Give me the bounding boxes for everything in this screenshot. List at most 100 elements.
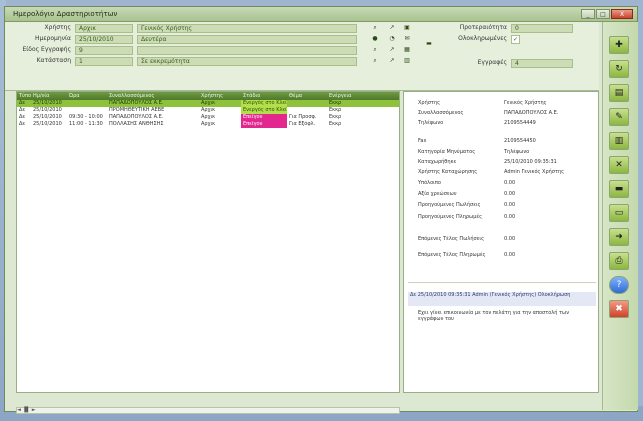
row-action: Εκκρ <box>329 114 342 120</box>
chart-icon[interactable]: ▥ <box>403 57 411 65</box>
briefcase-icon[interactable]: ▬ <box>425 40 433 48</box>
note-header: Δε 25/10/2010 09:35:31 Admin (Γενικός Χρ… <box>408 292 596 306</box>
row-counterparty: ΠΑΠΑΔΟΠΟΥΛΟΣ Α.Ε. <box>109 100 164 106</box>
open-folder-button[interactable]: ▭ <box>609 204 629 222</box>
maximize-button[interactable]: □ <box>596 9 610 19</box>
detail-label: Επόμενες Τέλος Πληρωμές <box>418 252 486 258</box>
refresh-icon: ↻ <box>615 64 623 74</box>
priority-label: Προτεραιότητα <box>459 24 507 31</box>
col-action[interactable]: Ενέργεια <box>327 92 399 100</box>
activities-grid[interactable]: Τύπος Ημ/νία Ώρα Συναλλασσόμενος Χρήστης… <box>16 91 400 393</box>
folder-button[interactable]: ▬ <box>609 180 629 198</box>
row-action: Εκκρ <box>329 121 342 127</box>
col-time[interactable]: Ώρα <box>67 92 107 100</box>
row-type: Δε <box>19 100 26 106</box>
completed-checkbox[interactable]: ✓ <box>511 35 520 44</box>
activity-log-window: Ημερολόγιο Δραστηριοτήτων _ □ X Χρήστης … <box>4 6 638 414</box>
row-subject <box>287 100 327 107</box>
detail-value: 25/10/2010 09:35:31 <box>504 159 557 165</box>
priority-field[interactable]: 0 <box>511 24 573 33</box>
col-stage[interactable]: Στάδιο <box>241 92 287 100</box>
table-row[interactable]: Δε 25/10/2010 09:30 - 10:00 ΠΑΠΑΔΟΠΟΥΛΟΣ… <box>17 114 399 121</box>
document-button[interactable]: ▤ <box>609 84 629 102</box>
row-counterparty: ΠΟΛΛΑΣΗΣ ΑΝΘΗΣΗΣ <box>109 121 164 127</box>
document-edit-icon: ✎ <box>615 112 623 122</box>
detail-value: 0.00 <box>504 202 516 208</box>
document-delete-icon: ✕ <box>615 160 623 170</box>
detail-value: 2109554450 <box>504 138 536 144</box>
close-icon: ✖ <box>615 304 623 314</box>
date-field[interactable]: 25/10/2010 <box>75 35 133 44</box>
col-subject[interactable]: Θέμα <box>287 92 327 100</box>
print-button[interactable]: ⎙ <box>609 252 629 270</box>
pin-icon[interactable]: ↗ <box>388 24 396 32</box>
binoculars-icon[interactable]: ⌕ <box>371 24 379 32</box>
window-title: Ημερολόγιο Δραστηριοτήτων <box>13 10 118 18</box>
globe-icon[interactable]: ● <box>371 35 379 43</box>
new-button[interactable]: ✚ <box>609 36 629 54</box>
minimize-button[interactable]: _ <box>581 9 595 19</box>
row-type: Δε <box>19 114 26 120</box>
refresh-button[interactable]: ↻ <box>609 60 629 78</box>
col-user[interactable]: Χρήστης <box>199 92 241 100</box>
row-date: 25/10/2010 <box>33 114 62 120</box>
folder-open-icon: ▭ <box>614 208 624 218</box>
calendar-icon[interactable]: ▦ <box>403 46 411 54</box>
detail-label: Χρήστης Καταχώρησης <box>418 169 478 175</box>
table-row[interactable]: Δε 25/10/2010 ΠΑΠΑΔΟΠΟΥΛΟΣ Α.Ε. Αρχικ Εν… <box>17 100 399 107</box>
pin-icon[interactable]: ↗ <box>388 46 396 54</box>
detail-label: Επόμενες Τέλος Πωλήσεις <box>418 236 485 242</box>
status-label: Κατάσταση <box>36 57 71 64</box>
close-window-button[interactable]: X <box>611 9 633 19</box>
detail-value: 0.00 <box>504 191 516 197</box>
row-time <box>67 107 107 114</box>
view-document-button[interactable]: ▥ <box>609 132 629 150</box>
export-button[interactable]: ➜ <box>609 228 629 246</box>
exit-button[interactable]: ✖ <box>609 300 629 318</box>
lock-icon[interactable]: ▣ <box>403 24 411 32</box>
clock-icon[interactable]: ◔ <box>388 35 396 43</box>
detail-value: 2109554449 <box>504 120 536 126</box>
row-action: Εκκρ <box>329 100 342 106</box>
detail-value: 0.00 <box>504 252 516 258</box>
row-counterparty: ΠΡΟΜΗΘΕΥΤΙΚΗ ΑΕΒΕ <box>109 107 165 113</box>
col-date[interactable]: Ημ/νία <box>31 92 67 100</box>
row-stage: Ενεργός στο Κλείσιμο <box>241 100 287 107</box>
col-type[interactable]: Τύπος <box>17 92 31 100</box>
type-field[interactable]: 9 <box>75 46 133 55</box>
row-time: 09:30 - 10:00 <box>69 114 103 120</box>
detail-label: Κατηγορία Μηνύματος <box>418 149 476 155</box>
detail-value: Admin Γενικός Χρήστης <box>504 169 565 175</box>
pin-icon[interactable]: ↗ <box>388 57 396 65</box>
table-row[interactable]: Δε 25/10/2010 11:00 - 11:30 ΠΟΛΛΑΣΗΣ ΑΝΘ… <box>17 121 399 128</box>
row-time <box>67 100 107 107</box>
filter-form: Χρήστης Αρχικ Γενικός Χρήστης Ημερομηνία… <box>5 22 599 91</box>
detail-value: 0.00 <box>504 180 516 186</box>
row-time: 11:00 - 11:30 <box>69 121 103 127</box>
row-date: 25/10/2010 <box>33 100 62 106</box>
side-toolbar: ✚ ↻ ▤ ✎ ▥ ✕ ▬ ▭ ➜ ⎙ ? ✖ <box>602 22 638 410</box>
row-user: Αρχικ <box>201 100 216 106</box>
folder-icon: ▬ <box>614 184 624 194</box>
row-date: 25/10/2010 <box>33 107 62 113</box>
mail-icon[interactable]: ✉ <box>403 35 411 43</box>
detail-label: Αξία χρεώσεων <box>418 191 457 197</box>
records-field: 4 <box>511 59 573 68</box>
help-button[interactable]: ? <box>609 276 629 294</box>
table-row[interactable]: Δε 25/10/2010 ΠΡΟΜΗΘΕΥΤΙΚΗ ΑΕΒΕ Αρχικ Εν… <box>17 107 399 114</box>
user-name-field[interactable]: Γενικός Χρήστης <box>137 24 357 33</box>
col-counterparty[interactable]: Συναλλασσόμενος <box>107 92 199 100</box>
binoculars-icon[interactable]: ⌕ <box>371 57 379 65</box>
binoculars-icon[interactable]: ⌕ <box>371 46 379 54</box>
edit-document-button[interactable]: ✎ <box>609 108 629 126</box>
title-bar[interactable]: Ημερολόγιο Δραστηριοτήτων _ □ X <box>5 7 637 22</box>
detail-label: Καταχωρήθηκε <box>418 159 457 165</box>
delete-document-button[interactable]: ✕ <box>609 156 629 174</box>
status-code-field[interactable]: 1 <box>75 57 133 66</box>
user-code-field[interactable]: Αρχικ <box>75 24 133 33</box>
export-icon: ➜ <box>615 232 623 242</box>
detail-label: Fax <box>418 138 427 144</box>
row-type: Δε <box>19 121 26 127</box>
grid-horizontal-scrollbar[interactable]: ◄ ▐▌ ► <box>16 407 400 414</box>
user-label: Χρήστης <box>44 24 71 31</box>
